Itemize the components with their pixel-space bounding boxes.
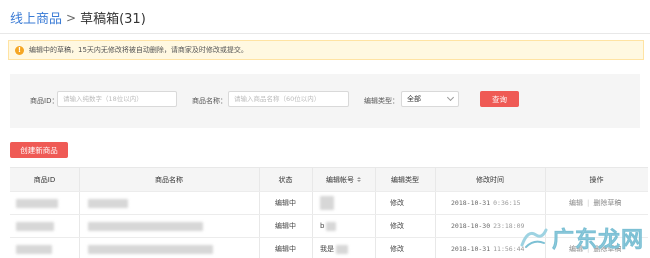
modified-time-cell: 2018-10-31 0:36:15 xyxy=(451,192,545,214)
draft-expiry-notice: ! 编辑中的草稿，15天内无修改将被自动删除，请商家及时修改或提交。 xyxy=(8,40,644,60)
modified-date: 2018-10-31 xyxy=(451,199,491,207)
column-header: 修改时间 xyxy=(476,175,504,184)
account-text: b xyxy=(320,222,325,230)
product-id-label: 商品ID： xyxy=(30,97,59,105)
status-cell: 编辑中 xyxy=(275,199,296,207)
ops-divider: | xyxy=(587,199,590,207)
edit-type-cell: 修改 xyxy=(390,245,404,253)
edit-link[interactable]: 编辑 xyxy=(569,198,583,208)
table-row[interactable]: 编辑中 修改 2018-10-31 0:36:15 编辑 | 删除草稿 xyxy=(10,192,648,215)
account-cell xyxy=(320,192,375,214)
warning-icon: ! xyxy=(15,45,24,55)
site-watermark: 广东龙网 xyxy=(520,222,644,254)
edit-type-value: 全部 xyxy=(407,95,421,103)
table-header: 商品ID 商品名称 状态 编辑帐号 编辑类型 修改时间 操作 xyxy=(10,168,648,192)
delete-draft-link[interactable]: 删除草稿 xyxy=(593,198,621,208)
breadcrumb-separator: > xyxy=(66,10,77,25)
watermark-text: 广东龙网 xyxy=(551,227,644,254)
account-text: 我是 xyxy=(320,245,334,253)
column-header: 操作 xyxy=(589,175,604,184)
product-name-label: 商品名称： xyxy=(192,97,227,105)
create-product-button[interactable]: 创建新商品 xyxy=(10,142,68,158)
chevron-down-icon xyxy=(446,93,455,102)
header-divider xyxy=(0,33,650,34)
query-button[interactable]: 查询 xyxy=(480,91,519,107)
product-name-cell xyxy=(88,192,253,214)
edit-type-label: 编辑类型： xyxy=(364,97,399,105)
watermark-logo-icon xyxy=(520,228,548,248)
product-name-cell xyxy=(88,215,253,237)
status-cell: 编辑中 xyxy=(275,222,296,230)
modified-time: 0:36:15 xyxy=(493,199,521,207)
product-id-cell xyxy=(16,215,76,237)
filter-panel: 商品ID： 商品名称： 编辑类型： 全部 查询 xyxy=(10,74,640,128)
status-cell: 编辑中 xyxy=(275,245,296,253)
edit-type-cell: 修改 xyxy=(390,199,404,207)
column-header: 商品名称 xyxy=(155,175,183,184)
column-header: 商品ID xyxy=(33,175,56,184)
product-id-cell xyxy=(16,238,76,258)
column-header-label: 编辑帐号 xyxy=(326,175,354,184)
product-name-input[interactable] xyxy=(228,91,349,107)
column-header-sortable[interactable]: 编辑帐号 xyxy=(312,168,375,191)
product-id-input[interactable] xyxy=(57,91,177,107)
column-header: 编辑类型 xyxy=(391,175,419,184)
account-cell: 我是 xyxy=(320,238,375,258)
notice-text: 编辑中的草稿，15天内无修改将被自动删除，请商家及时修改或提交。 xyxy=(29,46,248,54)
account-cell: b xyxy=(320,215,375,237)
modified-date: 2018-10-31 xyxy=(451,245,491,253)
operations-cell: 编辑 | 删除草稿 xyxy=(569,192,648,214)
breadcrumb: 线上商品 > 草稿箱(31) xyxy=(10,8,146,28)
product-name-cell xyxy=(88,238,253,258)
column-header: 状态 xyxy=(278,175,293,184)
edit-type-cell: 修改 xyxy=(390,222,404,230)
sort-icon[interactable] xyxy=(357,177,361,182)
product-id-cell xyxy=(16,192,76,214)
edit-type-select[interactable]: 全部 xyxy=(401,91,459,107)
modified-date: 2018-10-30 xyxy=(451,222,491,230)
page-title: 草稿箱(31) xyxy=(80,12,146,27)
breadcrumb-link-online-products[interactable]: 线上商品 xyxy=(10,8,62,27)
